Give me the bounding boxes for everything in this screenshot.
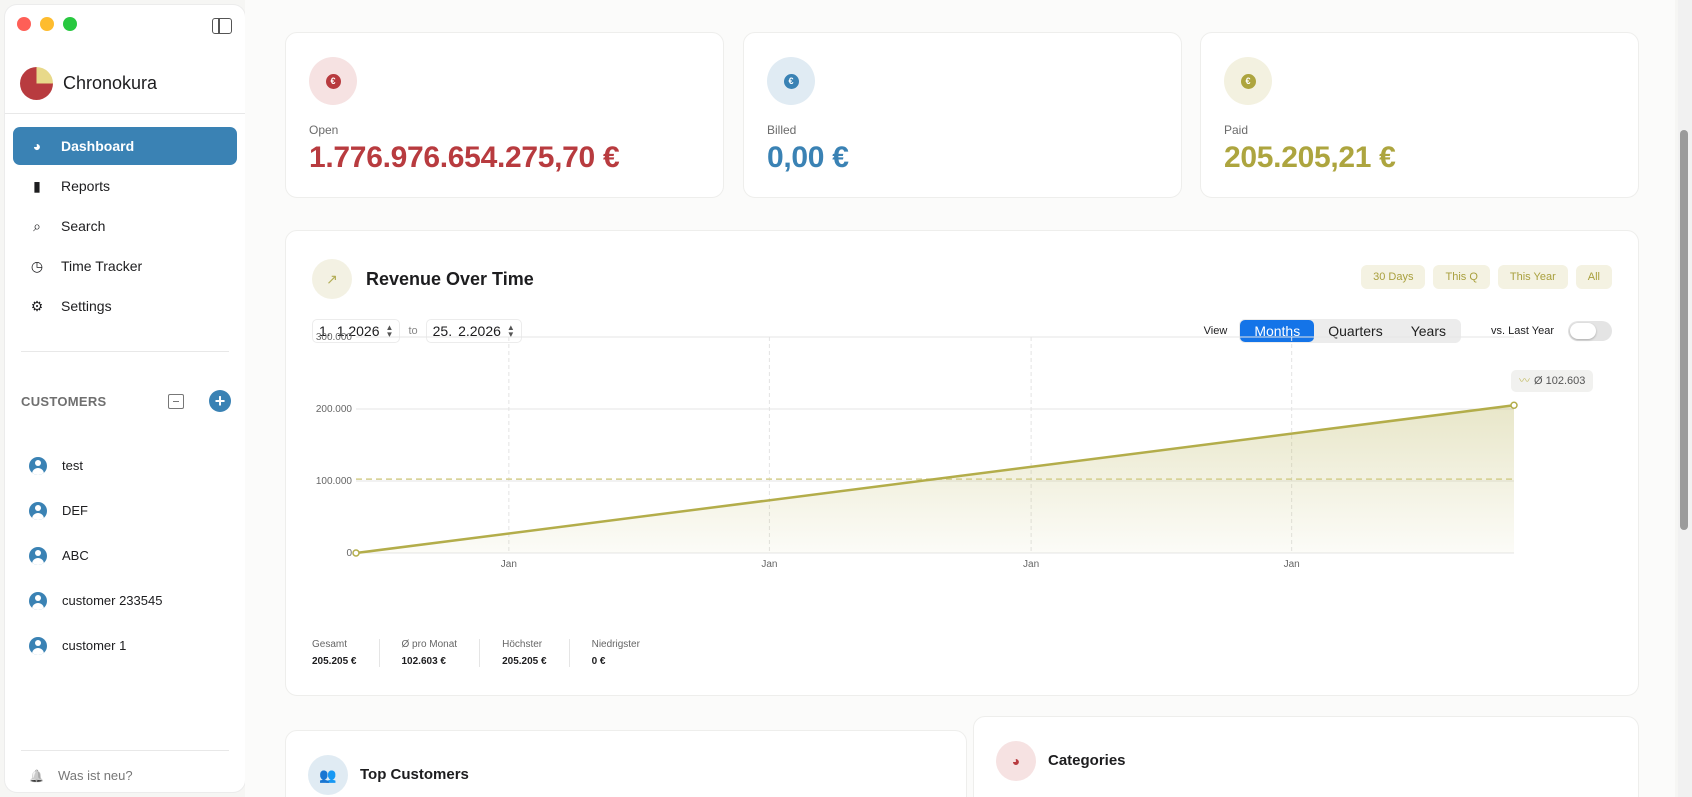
person-icon bbox=[29, 501, 47, 520]
archive-icon[interactable] bbox=[168, 393, 184, 409]
average-value: Ø 102.603 bbox=[1534, 375, 1586, 387]
gear-icon: ⚙ bbox=[30, 297, 44, 314]
divider bbox=[21, 750, 229, 751]
sidebar-item-label: Dashboard bbox=[61, 138, 135, 154]
stat-item: Ø pro Monat 102.603 € bbox=[402, 639, 481, 667]
stat-item: Höchster 205.205 € bbox=[502, 639, 570, 667]
customer-item[interactable]: DEF bbox=[29, 488, 162, 533]
revenue-stats: Gesamt 205.205 € Ø pro Monat 102.603 € Höchs… bbox=[312, 639, 684, 667]
x-tick-label: Jan bbox=[1284, 559, 1300, 570]
data-point bbox=[1510, 401, 1518, 410]
divider bbox=[21, 351, 229, 352]
stat-label: Ø pro Monat bbox=[401, 639, 458, 650]
kpi-open-card: € Open 1.776.976.654.275,70 € bbox=[285, 32, 724, 198]
sidebar-item-search[interactable]: ⌕ Search bbox=[13, 207, 237, 245]
kpi-paid-card: € Paid 205.205,21 € bbox=[1200, 32, 1639, 198]
sidebar-toggle-icon[interactable] bbox=[212, 18, 232, 34]
euro-icon: € bbox=[309, 57, 357, 105]
categories-title: Categories bbox=[1048, 752, 1126, 769]
stat-value: 205.205 € bbox=[312, 656, 357, 667]
minimize-window-button[interactable] bbox=[40, 17, 54, 31]
person-icon bbox=[29, 591, 47, 610]
top-customers-title: Top Customers bbox=[360, 766, 469, 783]
pie-chart-icon: ◕ bbox=[996, 741, 1036, 781]
sidebar: Chronokura ◕ Dashboard ▮ Reports ⌕ Search ◷ Tim… bbox=[5, 5, 245, 792]
sidebar-item-reports[interactable]: ▮ Reports bbox=[13, 167, 237, 205]
app-logo bbox=[20, 67, 53, 100]
customer-name: customer 1 bbox=[62, 638, 127, 653]
data-point bbox=[352, 549, 360, 557]
euro-icon: € bbox=[1224, 57, 1272, 105]
y-tick-label: 100.000 bbox=[316, 476, 353, 487]
euro-icon: € bbox=[767, 57, 815, 105]
y-tick-label: 200.000 bbox=[316, 404, 353, 415]
y-tick-label: 300.000 bbox=[316, 332, 353, 343]
customer-item[interactable]: customer 1 bbox=[29, 623, 162, 668]
kpi-label: Paid bbox=[1224, 123, 1249, 137]
kpi-billed-card: € Billed 0,00 € bbox=[743, 32, 1182, 198]
customers-header: CUSTOMERS + bbox=[21, 390, 231, 412]
customer-item[interactable]: customer 233545 bbox=[29, 578, 162, 623]
sidebar-nav: ◕ Dashboard ▮ Reports ⌕ Search ◷ Time Tracker ⚙ S… bbox=[13, 127, 237, 327]
add-customer-button[interactable]: + bbox=[209, 390, 231, 412]
x-tick-label: Jan bbox=[1023, 559, 1039, 570]
sidebar-item-dashboard[interactable]: ◕ Dashboard bbox=[13, 127, 237, 165]
person-icon bbox=[29, 456, 47, 475]
wave-icon: 〰 bbox=[1519, 375, 1530, 387]
bar-chart-icon: ▮ bbox=[33, 177, 41, 194]
kpi-value: 205.205,21 € bbox=[1224, 141, 1396, 174]
customer-list: test DEF ABC customer 233545 customer 1 bbox=[29, 443, 162, 668]
sidebar-item-label: Time Tracker bbox=[61, 258, 143, 274]
stat-value: 0 € bbox=[591, 656, 606, 667]
customers-title: CUSTOMERS bbox=[21, 393, 107, 409]
revenue-chart: 300.000 200.000 100.000 0 Jan Jan Jan Jan bbox=[316, 332, 1518, 570]
pie-chart-icon: ◕ bbox=[32, 138, 42, 154]
bell-icon: 🔔 bbox=[29, 768, 44, 783]
average-badge: 〰 Ø 102.603 bbox=[1511, 370, 1594, 392]
customer-name: DEF bbox=[62, 503, 88, 518]
kpi-label: Billed bbox=[767, 123, 797, 137]
close-window-button[interactable] bbox=[17, 17, 31, 31]
sidebar-item-label: Reports bbox=[61, 178, 111, 194]
zoom-window-button[interactable] bbox=[63, 17, 77, 31]
stat-label: Niedrigster bbox=[591, 639, 640, 650]
top-customers-card: 👥 Top Customers bbox=[285, 730, 967, 797]
search-icon: ⌕ bbox=[33, 217, 41, 234]
sidebar-item-time-tracker[interactable]: ◷ Time Tracker bbox=[13, 247, 237, 285]
divider bbox=[5, 113, 245, 114]
timer-icon: ◷ bbox=[30, 257, 44, 274]
stat-value: 102.603 € bbox=[401, 656, 447, 667]
x-tick-label: Jan bbox=[761, 559, 777, 570]
stat-label: Höchster bbox=[502, 639, 543, 650]
sidebar-item-label: Search bbox=[61, 218, 106, 234]
customer-item[interactable]: test bbox=[29, 443, 162, 488]
main-content: € Open 1.776.976.654.275,70 € € Billed 0… bbox=[245, 0, 1675, 797]
customer-item[interactable]: ABC bbox=[29, 533, 162, 578]
customer-name: test bbox=[62, 458, 83, 473]
y-tick-label: 0 bbox=[346, 548, 352, 559]
stat-label: Gesamt bbox=[312, 639, 348, 650]
people-icon: 👥 bbox=[308, 755, 348, 795]
customer-name: ABC bbox=[62, 548, 89, 563]
revenue-card: ↗ Revenue Over Time 30 Days This Q This … bbox=[285, 230, 1639, 696]
whats-new-link[interactable]: 🔔 Was ist neu? bbox=[29, 768, 133, 783]
person-icon bbox=[29, 546, 47, 565]
stat-item: Gesamt 205.205 € bbox=[312, 639, 380, 667]
sidebar-item-label: Settings bbox=[61, 298, 112, 314]
person-icon bbox=[29, 636, 47, 655]
stat-value: 205.205 € bbox=[502, 656, 547, 667]
app-name: Chronokura bbox=[63, 73, 158, 93]
whats-new-label: Was ist neu? bbox=[57, 768, 133, 783]
kpi-label: Open bbox=[309, 123, 339, 137]
customer-name: customer 233545 bbox=[62, 593, 163, 608]
app-brand: Chronokura bbox=[20, 67, 157, 100]
sidebar-item-settings[interactable]: ⚙ Settings bbox=[13, 287, 237, 325]
kpi-value: 1.776.976.654.275,70 € bbox=[309, 141, 620, 174]
stat-item: Niedrigster 0 € bbox=[592, 639, 662, 667]
scrollbar-thumb[interactable] bbox=[1680, 130, 1688, 530]
kpi-value: 0,00 € bbox=[767, 141, 849, 174]
categories-card: ◕ Categories bbox=[973, 716, 1639, 797]
window-controls bbox=[17, 17, 77, 31]
x-tick-label: Jan bbox=[501, 559, 517, 570]
